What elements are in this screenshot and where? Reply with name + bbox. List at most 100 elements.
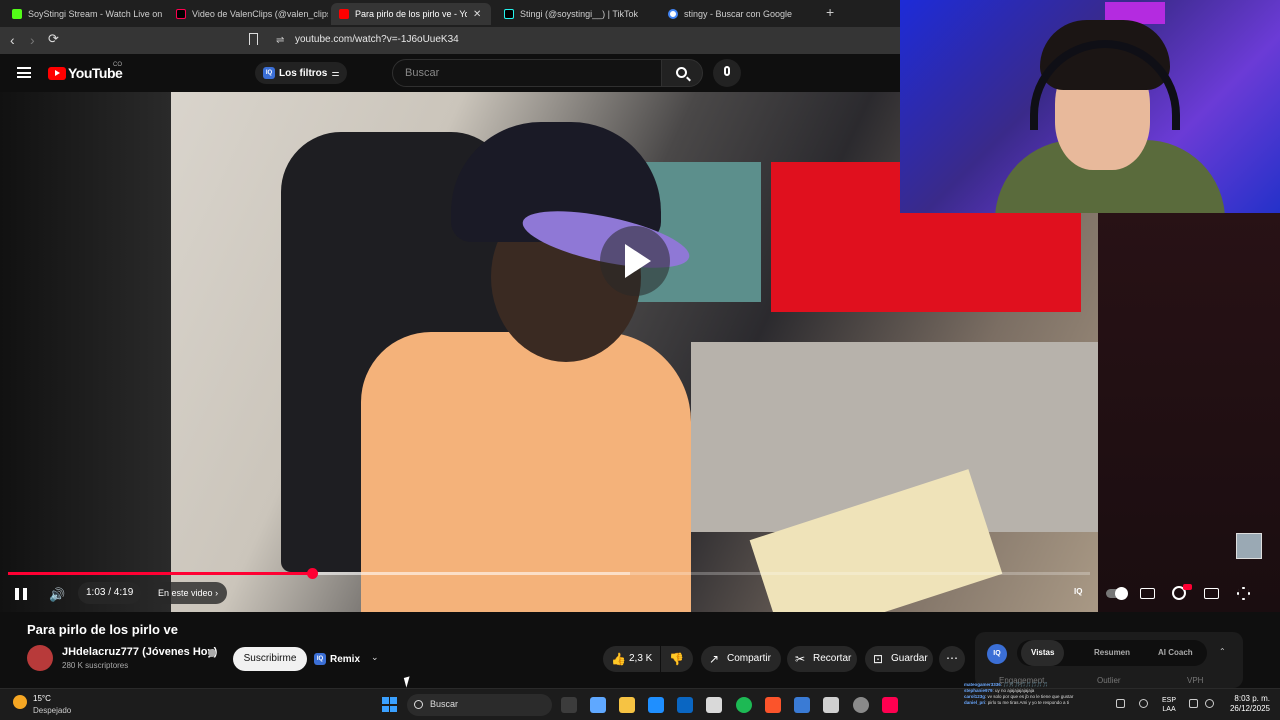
bookmark-save-icon: ⊡: [873, 652, 884, 666]
file-explorer-icon[interactable]: [619, 697, 635, 713]
tiktok-favicon-icon: [176, 9, 186, 19]
channel-avatar[interactable]: [27, 645, 53, 671]
progress-bar[interactable]: [8, 568, 1090, 579]
snipping-tool-icon[interactable]: [823, 697, 839, 713]
browser-tab-kick[interactable]: SoyStingi Stream - Watch Live on Kic: [4, 3, 164, 25]
video-letterbox-left: [0, 92, 171, 612]
autoplay-toggle[interactable]: [1106, 587, 1128, 600]
language-code: ESP: [1162, 697, 1177, 704]
tab-resumen[interactable]: Resumen: [1094, 640, 1130, 666]
save-label: Guardar: [891, 653, 928, 664]
share-icon: ↗: [709, 652, 720, 666]
floating-thumbnail-icon[interactable]: [1236, 533, 1262, 559]
miniplayer-icon[interactable]: [1204, 588, 1219, 599]
taskbar-search-box[interactable]: Buscar: [407, 694, 552, 716]
settings-app-icon[interactable]: [853, 697, 869, 713]
language-indicator[interactable]: ESP LAA: [1162, 696, 1176, 714]
chevron-down-icon[interactable]: ⌄: [371, 652, 379, 663]
reload-icon[interactable]: ⟳: [48, 31, 59, 47]
clip-button[interactable]: ✂ Recortar: [787, 646, 857, 672]
search-input[interactable]: Buscar: [392, 59, 662, 87]
tab-title: Stingi (@soystingi__) | TikTok: [520, 9, 639, 19]
filters-button[interactable]: IQ Los filtros ⚌: [255, 62, 348, 84]
bookmark-icon[interactable]: [249, 33, 258, 45]
network-icon[interactable]: [1116, 699, 1125, 708]
tab-vistas[interactable]: Vistas: [1021, 640, 1065, 666]
chapter-label: En este video: [158, 588, 213, 598]
microphone-tray-icon[interactable]: [1139, 699, 1148, 708]
browser-tab-google[interactable]: stingy - Buscar con Google: [660, 3, 820, 25]
notepad-icon[interactable]: [794, 697, 810, 713]
voice-search-button[interactable]: [713, 59, 741, 87]
back-icon[interactable]: ‹: [10, 32, 15, 48]
iq-player-icon[interactable]: IQ: [1074, 587, 1082, 596]
video-title: Para pirlo de los pirlo ve: [27, 622, 178, 637]
forward-icon[interactable]: ›: [30, 32, 35, 48]
display-tray-icon[interactable]: [1189, 699, 1198, 708]
remix-button[interactable]: IQ Remix: [314, 648, 360, 670]
thumbs-up-icon: 👍: [611, 652, 626, 666]
tiktok-app-icon[interactable]: [882, 697, 898, 713]
url-field[interactable]: youtube.com/watch?v=-1J6oUueK34: [295, 34, 459, 45]
windows-start-icon[interactable]: [382, 697, 397, 712]
browser-tab-tiktok-profile[interactable]: Stingi (@soystingi__) | TikTok: [496, 3, 656, 25]
youtube-play-icon: [48, 66, 66, 80]
chapter-button[interactable]: En este video ›: [149, 582, 228, 604]
iq-badge-icon: IQ: [314, 653, 326, 665]
progress-scrubber-handle[interactable]: [307, 568, 319, 579]
time-display: 1:03 / 4:19: [78, 582, 142, 604]
like-count: 2,3 K: [629, 653, 653, 664]
volume-icon[interactable]: 🔊: [49, 587, 65, 603]
microphone-icon: [724, 66, 730, 76]
channel-name[interactable]: JHdelacruz777 (Jóvenes Hoy): [62, 646, 217, 658]
browser-tab-strip: SoyStingi Stream - Watch Live on Kic Vid…: [0, 0, 900, 27]
remix-label: Remix: [330, 653, 361, 665]
share-button[interactable]: ↗ Compartir: [701, 646, 781, 672]
tab-title: stingy - Buscar con Google: [684, 9, 793, 19]
pause-icon[interactable]: [15, 588, 27, 600]
iq-logo-icon: IQ: [987, 644, 1007, 664]
tab-close-icon[interactable]: ✕: [473, 9, 481, 20]
dislike-button[interactable]: 👎: [661, 646, 693, 672]
big-play-icon[interactable]: [600, 226, 670, 296]
outlook-icon[interactable]: [677, 697, 693, 713]
region-code: LAA: [1162, 706, 1176, 713]
weather-temperature: 15°C: [33, 694, 51, 703]
weather-icon[interactable]: [13, 695, 27, 709]
task-view-icon[interactable]: [561, 697, 577, 713]
more-actions-button[interactable]: ⋯: [939, 646, 965, 672]
volume-tray-icon[interactable]: [1205, 699, 1214, 708]
progress-played: [8, 572, 313, 575]
browser-tab-youtube[interactable]: Para pirlo de los pirlo ve - You ✕: [331, 3, 491, 25]
browser-tab-tiktok-video[interactable]: Video de ValenClips (@valen_clips4x: [168, 3, 328, 25]
brave-browser-icon[interactable]: [765, 697, 781, 713]
collapse-chevron-icon[interactable]: ⌃: [1219, 647, 1226, 656]
youtube-header: YouTube CO IQ Los filtros ⚌ Buscar: [0, 54, 900, 92]
search-icon: [414, 700, 423, 709]
iq-badge-icon: IQ: [263, 67, 275, 79]
taskbar-clock[interactable]: 8:03 p. m. 26/12/2025: [1226, 694, 1270, 714]
address-bar: ‹ › ⟳ ⇌ youtube.com/watch?v=-1J6oUueK34: [0, 27, 900, 54]
copilot-icon[interactable]: [590, 697, 606, 713]
save-button[interactable]: ⊡ Guardar: [865, 646, 933, 672]
chevron-right-icon: ›: [215, 588, 219, 598]
subscriber-count: 280 K suscriptores: [62, 661, 129, 670]
search-button[interactable]: [661, 59, 703, 87]
store-icon[interactable]: [706, 697, 722, 713]
new-tab-button[interactable]: +: [826, 4, 834, 20]
youtube-favicon-icon: [339, 9, 349, 19]
filters-label: Los filtros: [279, 67, 328, 79]
menu-icon[interactable]: [17, 67, 31, 78]
youtube-logo[interactable]: YouTube: [48, 65, 123, 81]
edge-browser-icon[interactable]: [648, 697, 664, 713]
tab-ai-coach[interactable]: AI Coach: [1158, 640, 1193, 666]
tab-title: Para pirlo de los pirlo ve - You: [355, 9, 467, 19]
captions-icon[interactable]: [1140, 588, 1155, 599]
scissors-icon: ✂: [795, 652, 806, 666]
tiktok-favicon-icon: [504, 9, 514, 19]
subscribe-button[interactable]: Suscribirme: [233, 647, 307, 671]
site-info-icon[interactable]: ⇌: [276, 35, 284, 46]
chat-message: daniel_pri: pirlo tu me tiras Ami y yo t…: [964, 700, 1070, 705]
like-button[interactable]: 👍 2,3 K: [603, 646, 660, 672]
spotify-icon[interactable]: [736, 697, 752, 713]
